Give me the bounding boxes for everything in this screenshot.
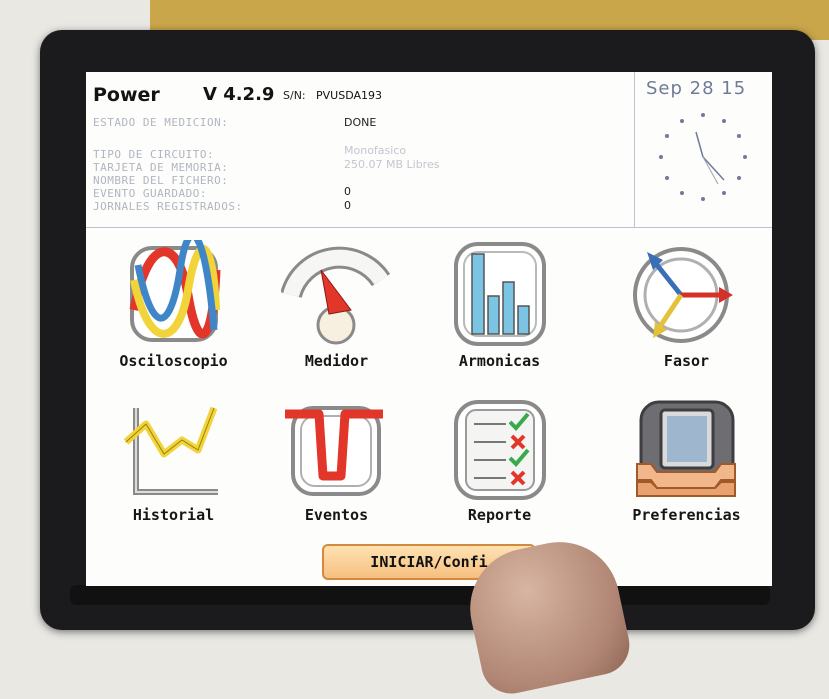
status-label-events-saved: EVENTO GUARDADO: (93, 187, 207, 200)
tile-label-harmonics: Armonicas (458, 352, 541, 370)
tile-phasor[interactable]: Fasor (609, 240, 764, 390)
status-divider (634, 72, 635, 227)
oscilloscope-icon (129, 240, 221, 342)
status-label-circuit-type: TIPO DE CIRCUITO: (93, 148, 215, 161)
status-value-memory-card: 250.07 MB Libres (344, 158, 440, 171)
history-chart-icon (123, 406, 218, 495)
status-panel: Power V 4.2.9 S/N: PVUSDA193 ESTADO DE M… (86, 72, 772, 228)
status-label-measurement-state: ESTADO DE MEDICION: (93, 116, 229, 129)
preferences-tool-icon (636, 400, 736, 497)
tile-label-phasor: Fasor (663, 352, 710, 370)
tile-oscilloscope[interactable]: Osciloscopio (96, 240, 251, 390)
tile-label-oscilloscope: Osciloscopio (119, 352, 228, 370)
status-value-circuit-type: Monofasico (344, 144, 407, 157)
status-value-events-saved: 0 (344, 185, 351, 198)
tile-label-preferences: Preferencias (632, 506, 741, 524)
phasor-arrows-icon (633, 247, 733, 343)
analog-clock-icon (659, 113, 747, 201)
serial-number: PVUSDA193 (316, 89, 382, 102)
touchscreen: Power V 4.2.9 S/N: PVUSDA193 ESTADO DE M… (86, 72, 772, 586)
tile-report[interactable]: Reporte (422, 394, 577, 544)
tile-harmonics[interactable]: Armonicas (422, 240, 577, 390)
events-waveform-icon (285, 406, 383, 496)
tile-label-meter: Medidor (304, 352, 369, 370)
firmware-version: V 4.2.9 (203, 84, 275, 105)
status-value-logs-recorded: 0 (344, 199, 351, 212)
status-label-logs-recorded: JORNALES REGISTRADOS: (93, 200, 243, 213)
meter-gauge-icon (281, 246, 391, 345)
harmonics-bars-icon (454, 242, 546, 346)
brand-name: Power (93, 84, 160, 106)
status-label-memory-card: TARJETA DE MEMORIA: (93, 161, 229, 174)
tile-history[interactable]: Historial (96, 394, 251, 544)
report-checklist-icon (454, 400, 546, 500)
tile-events[interactable]: Eventos (259, 394, 414, 544)
tile-label-report: Reporte (467, 506, 532, 524)
tile-label-history: Historial (132, 506, 215, 524)
status-value-measurement-state: DONE (344, 116, 377, 129)
tile-meter[interactable]: Medidor (259, 240, 414, 390)
serial-label: S/N: (283, 89, 306, 102)
status-label-file-name: NOMBRE DEL FICHERO: (93, 174, 229, 187)
tile-label-events: Eventos (304, 506, 369, 524)
device-bezel-lip (70, 585, 770, 605)
tile-preferences[interactable]: Preferencias (609, 394, 764, 544)
date-display: Sep 28 15 (646, 78, 747, 99)
